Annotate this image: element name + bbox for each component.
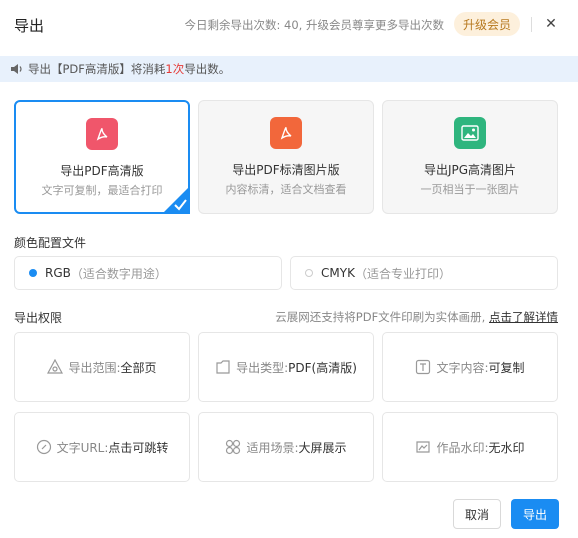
option-desc: 内容标清，适合文档查看 (225, 183, 347, 196)
close-button[interactable]: ✕ (541, 14, 561, 34)
scene-icon (226, 439, 241, 455)
perm-key: 文字URL: (56, 440, 109, 455)
permission-scene: 适用场景: 大屏展示 (198, 412, 374, 482)
option-desc: 一页相当于一张图片 (420, 183, 520, 196)
file-type-icon (216, 360, 230, 374)
learn-more-link[interactable]: 点击了解详情 (489, 310, 558, 324)
perm-key: 导出类型: (236, 360, 289, 375)
perm-key: 文字内容: (436, 360, 489, 375)
image-icon (454, 117, 486, 149)
color-profile-label: 颜色配置文件 (14, 236, 87, 250)
permission-range: 导出范围: 全部页 (14, 332, 190, 402)
option-title: 导出JPG高清图片 (423, 163, 517, 177)
dialog-header: 导出 今日剩余导出次数: 40, 升级会员尊享更多导出次数 升级会员 ✕ (0, 0, 578, 52)
radio-selected-dot (29, 269, 37, 277)
radio-cmyk-name: CMYK (321, 266, 355, 280)
upgrade-vip-button[interactable]: 升级会员 (454, 12, 520, 36)
cancel-button[interactable]: 取消 (453, 499, 501, 529)
notice-prefix: 导出【PDF高清版】将消耗 (28, 62, 166, 76)
print-info-note: 云展网还支持将PDF文件印刷为实体画册, (275, 310, 486, 324)
notice-bar: 导出【PDF高清版】将消耗 1次 导出数。 (0, 56, 578, 82)
perm-key: 适用场景: (246, 440, 299, 455)
perm-value: PDF(高清版) (288, 360, 357, 375)
radio-rgb[interactable]: RGB （适合数字用途） (14, 256, 282, 290)
pdf-icon (270, 117, 302, 149)
link-icon (36, 439, 51, 455)
print-info-text: 云展网还支持将PDF文件印刷为实体画册, 点击了解详情 (275, 309, 558, 325)
perm-key: 作品水印: (436, 440, 489, 455)
option-title: 导出PDF高清版 (60, 164, 144, 178)
export-option-pdf-hd[interactable]: 导出PDF高清版 文字可复制，最适合打印 (14, 100, 190, 214)
speaker-icon (11, 64, 22, 74)
export-button[interactable]: 导出 (511, 499, 559, 529)
notice-count: 1次 (165, 62, 185, 76)
notice-suffix: 导出数。 (184, 62, 231, 76)
perm-value: 可复制 (488, 360, 525, 375)
perm-key: 导出范围: (68, 360, 121, 375)
watermark-icon (416, 441, 431, 453)
dialog-title: 导出 (14, 17, 45, 35)
remaining-count-text: 今日剩余导出次数: 40, 升级会员尊享更多导出次数 (184, 18, 444, 32)
pdf-icon (86, 118, 118, 150)
permission-text: 文字内容: 可复制 (382, 332, 558, 402)
header-divider (531, 17, 532, 32)
radio-unselected-dot (305, 269, 313, 277)
perm-value: 点击可跳转 (108, 440, 169, 455)
close-icon: ✕ (545, 16, 557, 32)
permission-url: 文字URL: 点击可跳转 (14, 412, 190, 482)
perm-value: 全部页 (120, 360, 157, 375)
range-icon (47, 359, 64, 374)
radio-rgb-name: RGB (45, 266, 71, 280)
option-title: 导出PDF标清图片版 (232, 163, 340, 177)
selected-check-icon (162, 186, 190, 214)
radio-rgb-note: （适合数字用途） (70, 266, 167, 281)
text-icon (416, 359, 431, 375)
export-option-pdf-standard[interactable]: 导出PDF标清图片版 内容标清，适合文档查看 (198, 100, 374, 214)
perm-value: 无水印 (488, 440, 525, 455)
permission-watermark: 作品水印: 无水印 (382, 412, 558, 482)
perm-value: 大屏展示 (298, 440, 347, 455)
export-option-jpg[interactable]: 导出JPG高清图片 一页相当于一张图片 (382, 100, 558, 214)
permissions-label: 导出权限 (14, 311, 63, 325)
radio-cmyk[interactable]: CMYK （适合专业打印） (290, 256, 558, 290)
radio-cmyk-note: （适合专业打印） (354, 266, 451, 281)
permission-type: 导出类型: PDF(高清版) (198, 332, 374, 402)
